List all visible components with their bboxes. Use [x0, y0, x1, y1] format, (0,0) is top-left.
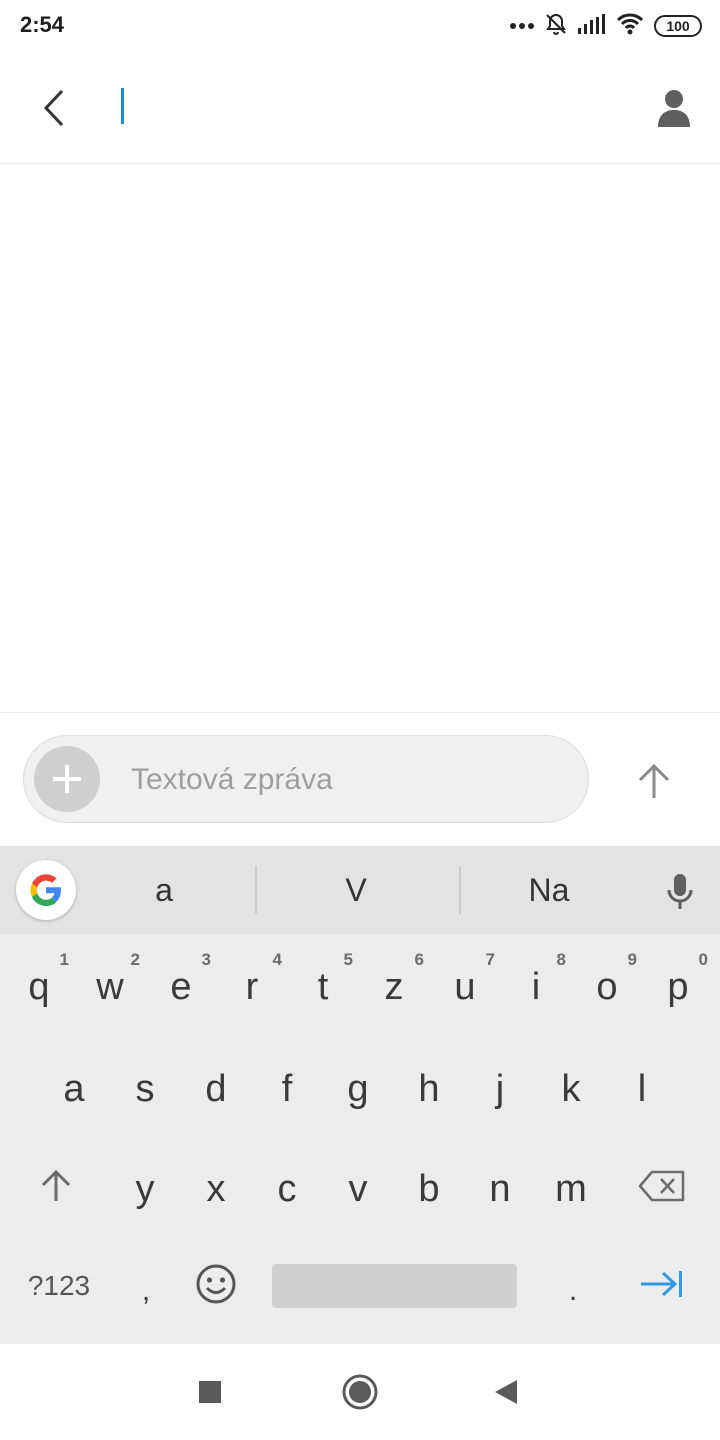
- back-nav-button[interactable]: [482, 1368, 530, 1416]
- key-t[interactable]: t5: [287, 934, 359, 1034]
- compose-bar: Textová zpráva: [0, 712, 720, 846]
- navigation-bar: [0, 1344, 720, 1440]
- tab-arrow-icon: [641, 1271, 682, 1297]
- key-s[interactable]: s: [109, 1036, 181, 1136]
- key-n[interactable]: n: [464, 1136, 536, 1236]
- key-h[interactable]: h: [393, 1036, 465, 1136]
- more-dots-icon: [510, 17, 534, 35]
- key-v[interactable]: v: [322, 1136, 394, 1236]
- attach-button[interactable]: [34, 746, 100, 812]
- key-w[interactable]: w2: [74, 934, 146, 1034]
- voice-input-button[interactable]: [656, 868, 704, 916]
- suggestion-3[interactable]: Na: [474, 872, 624, 909]
- plus-icon: [53, 765, 81, 793]
- google-button[interactable]: [16, 860, 76, 920]
- message-placeholder: Textová zpráva: [131, 763, 333, 796]
- key-y[interactable]: y: [109, 1136, 181, 1236]
- emoji-icon: [196, 1264, 236, 1304]
- comma-key[interactable]: ,: [110, 1238, 182, 1338]
- person-icon: [658, 90, 690, 127]
- key-z[interactable]: z6: [358, 934, 430, 1034]
- suggestion-divider: [255, 866, 257, 914]
- key-m[interactable]: m: [535, 1136, 607, 1236]
- backspace-icon: [638, 1170, 685, 1202]
- key-q[interactable]: q1: [3, 934, 75, 1034]
- key-g[interactable]: g: [322, 1036, 394, 1136]
- next-field-key[interactable]: [626, 1234, 698, 1334]
- shift-arrow-icon: [41, 1169, 71, 1201]
- send-button[interactable]: [626, 753, 682, 809]
- key-d[interactable]: d: [180, 1036, 252, 1136]
- google-g-icon: [30, 874, 61, 906]
- wifi-icon: [616, 13, 644, 40]
- suggestion-1[interactable]: a: [89, 872, 239, 909]
- symbols-key[interactable]: ?123: [14, 1238, 104, 1334]
- backspace-key[interactable]: [626, 1136, 698, 1236]
- key-l[interactable]: l: [606, 1036, 678, 1136]
- recipient-header: [0, 52, 720, 164]
- status-icons: 100: [510, 12, 702, 40]
- key-o[interactable]: o9: [571, 934, 643, 1034]
- status-time: 2:54: [20, 12, 65, 37]
- key-b[interactable]: b: [393, 1136, 465, 1236]
- space-key[interactable]: [272, 1264, 517, 1308]
- battery-icon: 100: [654, 15, 702, 37]
- contacts-button[interactable]: [650, 84, 698, 132]
- key-f[interactable]: f: [251, 1036, 323, 1136]
- emoji-key[interactable]: [180, 1234, 252, 1334]
- alarm-off-icon: [544, 12, 568, 41]
- signal-icon: [578, 13, 606, 39]
- home-button[interactable]: [336, 1368, 384, 1416]
- recents-square-icon: [199, 1381, 221, 1403]
- status-bar: 2:54 100: [0, 0, 720, 52]
- key-r[interactable]: r4: [216, 934, 288, 1034]
- arrow-up-icon: [638, 763, 670, 798]
- key-a[interactable]: a: [38, 1036, 110, 1136]
- period-key[interactable]: .: [537, 1238, 609, 1338]
- key-u[interactable]: u7: [429, 934, 501, 1034]
- back-triangle-icon: [495, 1380, 517, 1404]
- suggestion-2[interactable]: V: [281, 872, 431, 909]
- recents-button[interactable]: [186, 1368, 234, 1416]
- suggestion-divider: [459, 866, 461, 914]
- shift-key[interactable]: [20, 1136, 92, 1236]
- back-button[interactable]: [30, 84, 78, 132]
- key-p[interactable]: p0: [642, 934, 714, 1034]
- recipient-input-cursor[interactable]: [121, 88, 124, 124]
- chevron-left-icon: [43, 89, 64, 127]
- home-circle-icon: [342, 1374, 378, 1410]
- key-i[interactable]: i8: [500, 934, 572, 1034]
- message-input[interactable]: Textová zpráva: [23, 735, 589, 823]
- key-x[interactable]: x: [180, 1136, 252, 1236]
- key-j[interactable]: j: [464, 1036, 536, 1136]
- keyboard: a V Na q1 w2 e3 r4 t5 z6 u7 i8 o9 p0 a s…: [0, 846, 720, 1344]
- key-c[interactable]: c: [251, 1136, 323, 1236]
- key-k[interactable]: k: [535, 1036, 607, 1136]
- suggestion-bar: a V Na: [0, 846, 720, 934]
- message-thread-area: [0, 164, 720, 712]
- microphone-icon: [667, 874, 693, 909]
- key-e[interactable]: e3: [145, 934, 217, 1034]
